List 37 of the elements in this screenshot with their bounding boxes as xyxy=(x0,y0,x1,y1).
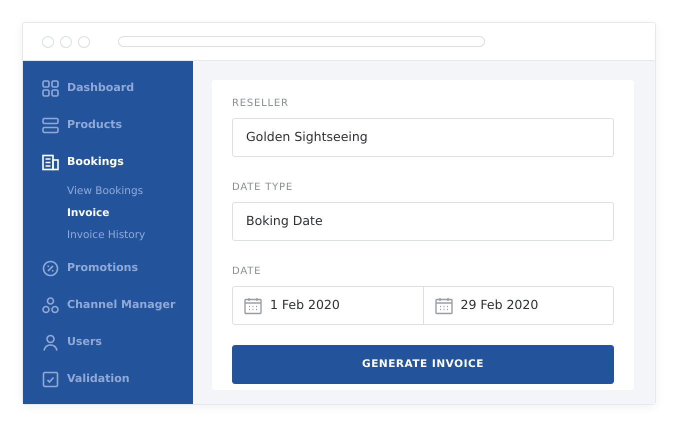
address-bar[interactable] xyxy=(118,36,485,47)
sidebar-item[interactable]: Channel Manager xyxy=(42,287,193,324)
date-value: 1 Feb 2020 xyxy=(270,296,340,314)
submenu-item[interactable]: Invoice History xyxy=(67,225,193,247)
date-field[interactable]: 1 Feb 2020 xyxy=(232,286,424,325)
sidebar-item-label: Products xyxy=(67,117,122,134)
field-label: RESELLER xyxy=(232,97,290,111)
input-field[interactable]: Golden Sightseeing xyxy=(232,118,614,157)
circles-icon xyxy=(42,297,59,314)
checkbox-icon xyxy=(42,371,59,388)
date-value: 29 Feb 2020 xyxy=(460,296,538,314)
grid-icon xyxy=(42,80,59,97)
sidebar-item[interactable]: Promotions xyxy=(42,250,193,287)
submenu-item[interactable]: Invoice xyxy=(67,203,193,225)
sidebar-item-label: Users xyxy=(67,334,102,350)
sidebar-item-label: Promotions xyxy=(67,260,138,276)
sidebar-item[interactable]: Products xyxy=(42,107,193,144)
generate-invoice-button[interactable]: GENERATE INVOICE xyxy=(232,345,614,384)
stacked-bars-icon xyxy=(42,117,59,134)
sidebar-item-label: Dashboard xyxy=(67,80,134,96)
sidebar-item[interactable]: Dashboard xyxy=(42,70,193,107)
sidebar-item[interactable]: Bookings xyxy=(42,144,193,181)
sidebar-item[interactable]: Users xyxy=(42,324,193,361)
sidebar-item[interactable]: Validation xyxy=(42,361,193,398)
document-icon xyxy=(42,154,59,171)
field-label: DATE TYPE xyxy=(232,181,294,195)
sidebar-item-label: Channel Manager xyxy=(67,297,176,314)
calendar-icon xyxy=(434,296,452,314)
field-label: DATE xyxy=(232,265,262,279)
percent-icon xyxy=(42,260,59,277)
user-icon xyxy=(42,334,59,351)
calendar-icon xyxy=(244,296,262,314)
date-field[interactable]: 29 Feb 2020 xyxy=(424,286,614,325)
input-field[interactable]: Boking Date xyxy=(232,202,614,241)
submenu-item[interactable]: View Bookings xyxy=(67,181,193,203)
sidebar-item-label: Bookings xyxy=(67,154,124,170)
sidebar-item-label: Validation xyxy=(67,371,130,388)
